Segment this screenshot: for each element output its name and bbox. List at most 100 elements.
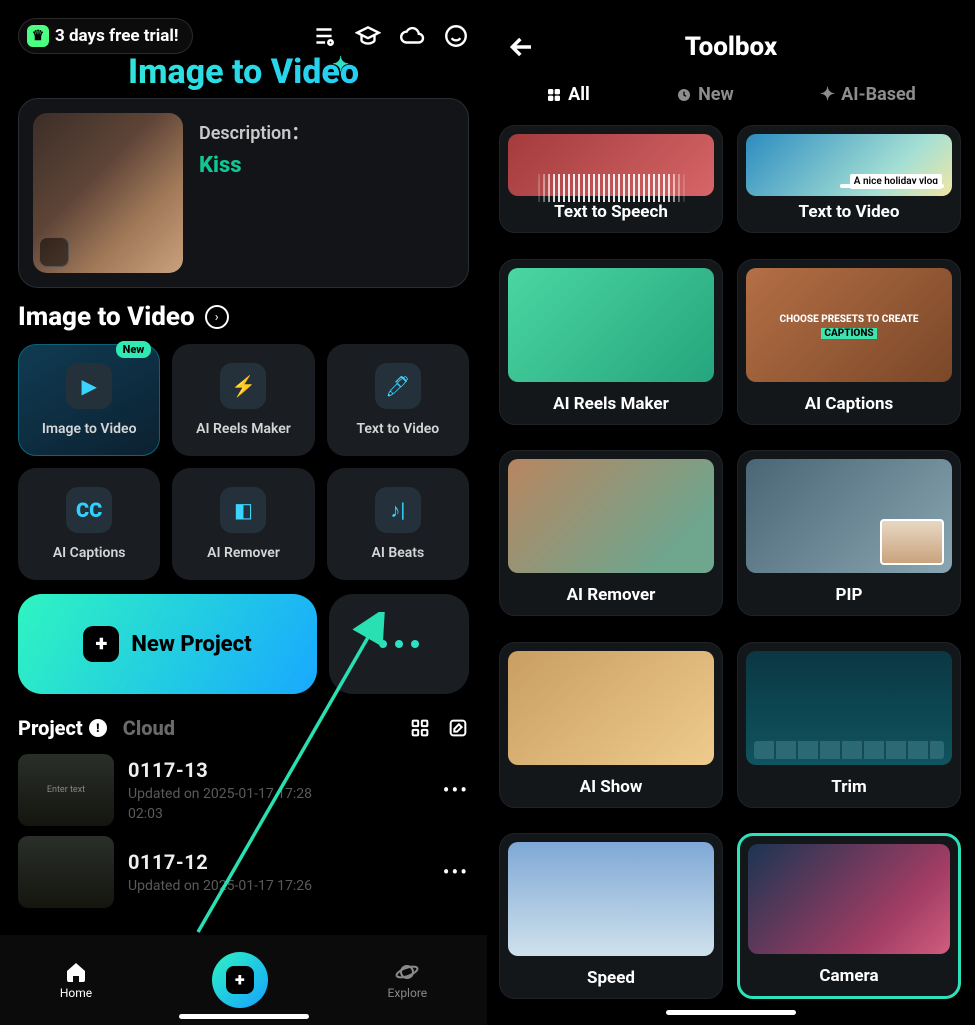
- description-label: Description：: [199, 119, 309, 145]
- tool-ai-reels-maker[interactable]: ⚡ AI Reels Maker: [172, 344, 314, 456]
- project-more-icon[interactable]: •••: [443, 778, 469, 802]
- warning-icon: !: [89, 719, 107, 737]
- cloud-tab[interactable]: Cloud: [123, 716, 175, 740]
- card-thumbnail: [508, 134, 714, 196]
- card-speed[interactable]: Speed: [499, 833, 723, 999]
- card-thumbnail: [508, 268, 714, 382]
- new-badge: New: [116, 341, 152, 358]
- new-project-button[interactable]: + New Project: [18, 594, 317, 694]
- card-thumbnail: CHOOSE PRESETS TO CREATE CAPTIONS: [746, 268, 952, 382]
- card-thumbnail: [508, 651, 714, 765]
- nav-explore[interactable]: Explore: [388, 960, 428, 1000]
- tool-image-to-video[interactable]: New ▶ Image to Video: [18, 344, 160, 456]
- project-thumbnail: [18, 836, 114, 908]
- toolbox-title: Toolbox: [685, 32, 778, 62]
- card-label: Text to Speech: [500, 202, 722, 232]
- clock-icon: [676, 87, 692, 103]
- card-trim[interactable]: Trim: [737, 642, 961, 808]
- cc-icon: CC: [66, 487, 112, 533]
- card-label: PIP: [738, 585, 960, 615]
- card-label: Camera: [740, 966, 958, 996]
- card-label: AI Show: [500, 777, 722, 807]
- card-thumbnail: [508, 842, 714, 956]
- planet-icon: [395, 960, 419, 984]
- tool-label: AI Captions: [53, 545, 126, 561]
- home-icon: [64, 960, 88, 984]
- project-header: Project ! Cloud: [18, 716, 469, 740]
- tab-ai-based[interactable]: ✦ AI-Based: [820, 84, 916, 113]
- list-icon[interactable]: [311, 23, 337, 49]
- smile-icon[interactable]: [443, 23, 469, 49]
- card-thumbnail: [746, 651, 952, 765]
- card-ai-reels-maker[interactable]: AI Reels Maker: [499, 259, 723, 425]
- card-text-to-video[interactable]: A nice holiday vlog Text to Video: [737, 125, 961, 233]
- tool-label: AI Beats: [371, 545, 424, 561]
- education-icon[interactable]: [355, 23, 381, 49]
- project-item[interactable]: 0117-12 Updated on 2025-01-17 17:26 •••: [18, 836, 469, 908]
- home-screen: ♛ 3 days free trial! Image to Video ✦ Des…: [0, 0, 487, 1025]
- card-pip[interactable]: PIP: [737, 450, 961, 616]
- project-item[interactable]: Enter text 0117-13 Updated on 2025-01-17…: [18, 754, 469, 826]
- card-thumbnail: A nice holiday vlog: [746, 134, 952, 196]
- pen-icon: 🖊: [375, 363, 421, 409]
- project-updated: Updated on 2025-01-17 17:26: [128, 878, 312, 894]
- card-text-to-speech[interactable]: Text to Speech: [499, 125, 723, 233]
- sparkle-icon: ✦: [820, 84, 835, 105]
- project-thumbnail: Enter text: [18, 754, 114, 826]
- card-thumbnail: [746, 459, 952, 573]
- project-updated: Updated on 2025-01-17 17:28: [128, 786, 312, 802]
- home-indicator: [666, 1010, 796, 1015]
- thumb-caption: CHOOSE PRESETS TO CREATE CAPTIONS: [754, 313, 944, 341]
- card-label: Text to Video: [738, 202, 960, 232]
- card-ai-show[interactable]: AI Show: [499, 642, 723, 808]
- section-title-row[interactable]: Image to Video ›: [18, 302, 469, 332]
- more-tools-button[interactable]: [329, 594, 469, 694]
- card-camera[interactable]: Camera: [737, 833, 961, 999]
- crown-icon: ♛: [27, 25, 49, 47]
- plus-icon: +: [226, 966, 254, 994]
- grid-view-icon[interactable]: [409, 717, 431, 739]
- tab-new[interactable]: New: [676, 84, 734, 113]
- tool-label: Image to Video: [42, 421, 137, 437]
- sparkle-icon: ✦: [332, 52, 349, 76]
- top-bar: ♛ 3 days free trial!: [18, 18, 469, 54]
- description-value: Kiss: [199, 153, 309, 178]
- card-label: Trim: [738, 777, 960, 807]
- top-icon-row: [311, 23, 469, 49]
- trial-pill[interactable]: ♛ 3 days free trial!: [18, 18, 193, 54]
- tool-ai-remover[interactable]: ◧ AI Remover: [172, 468, 314, 580]
- edit-icon[interactable]: [447, 717, 469, 739]
- card-label: Speed: [500, 968, 722, 998]
- tool-grid: New ▶ Image to Video ⚡ AI Reels Maker 🖊 …: [18, 344, 469, 580]
- card-ai-remover[interactable]: AI Remover: [499, 450, 723, 616]
- project-list: Enter text 0117-13 Updated on 2025-01-17…: [18, 754, 469, 908]
- project-more-icon[interactable]: •••: [443, 860, 469, 884]
- tool-ai-beats[interactable]: ♪| AI Beats: [327, 468, 469, 580]
- home-indicator: [179, 1014, 309, 1019]
- project-length: 02:03: [128, 806, 312, 822]
- card-thumbnail: [508, 459, 714, 573]
- back-arrow-icon[interactable]: [507, 31, 539, 63]
- description-card[interactable]: Description： Kiss: [18, 98, 469, 288]
- toolbox-tabs: All New ✦ AI-Based: [503, 84, 959, 113]
- bottom-nav: Home + Explore: [0, 935, 487, 1025]
- toolbox-header: Toolbox: [499, 14, 963, 70]
- cloud-icon[interactable]: [399, 23, 425, 49]
- tool-label: Text to Video: [356, 421, 439, 437]
- tool-text-to-video[interactable]: 🖊 Text to Video: [327, 344, 469, 456]
- card-label: AI Captions: [738, 394, 960, 424]
- project-name: 0117-12: [128, 850, 312, 874]
- nav-create-button[interactable]: +: [212, 952, 268, 1008]
- tab-all[interactable]: All: [546, 84, 590, 113]
- section-title: Image to Video: [18, 302, 195, 332]
- eraser-icon: ◧: [220, 487, 266, 533]
- tool-label: AI Reels Maker: [196, 421, 291, 437]
- ellipsis-icon: [379, 640, 419, 648]
- bolt-icon: ⚡: [220, 363, 266, 409]
- tool-label: AI Remover: [207, 545, 280, 561]
- description-text-block: Description： Kiss: [199, 113, 309, 273]
- nav-home[interactable]: Home: [60, 960, 92, 1000]
- card-ai-captions[interactable]: CHOOSE PRESETS TO CREATE CAPTIONS AI Cap…: [737, 259, 961, 425]
- project-tab[interactable]: Project !: [18, 716, 107, 740]
- tool-ai-captions[interactable]: CC AI Captions: [18, 468, 160, 580]
